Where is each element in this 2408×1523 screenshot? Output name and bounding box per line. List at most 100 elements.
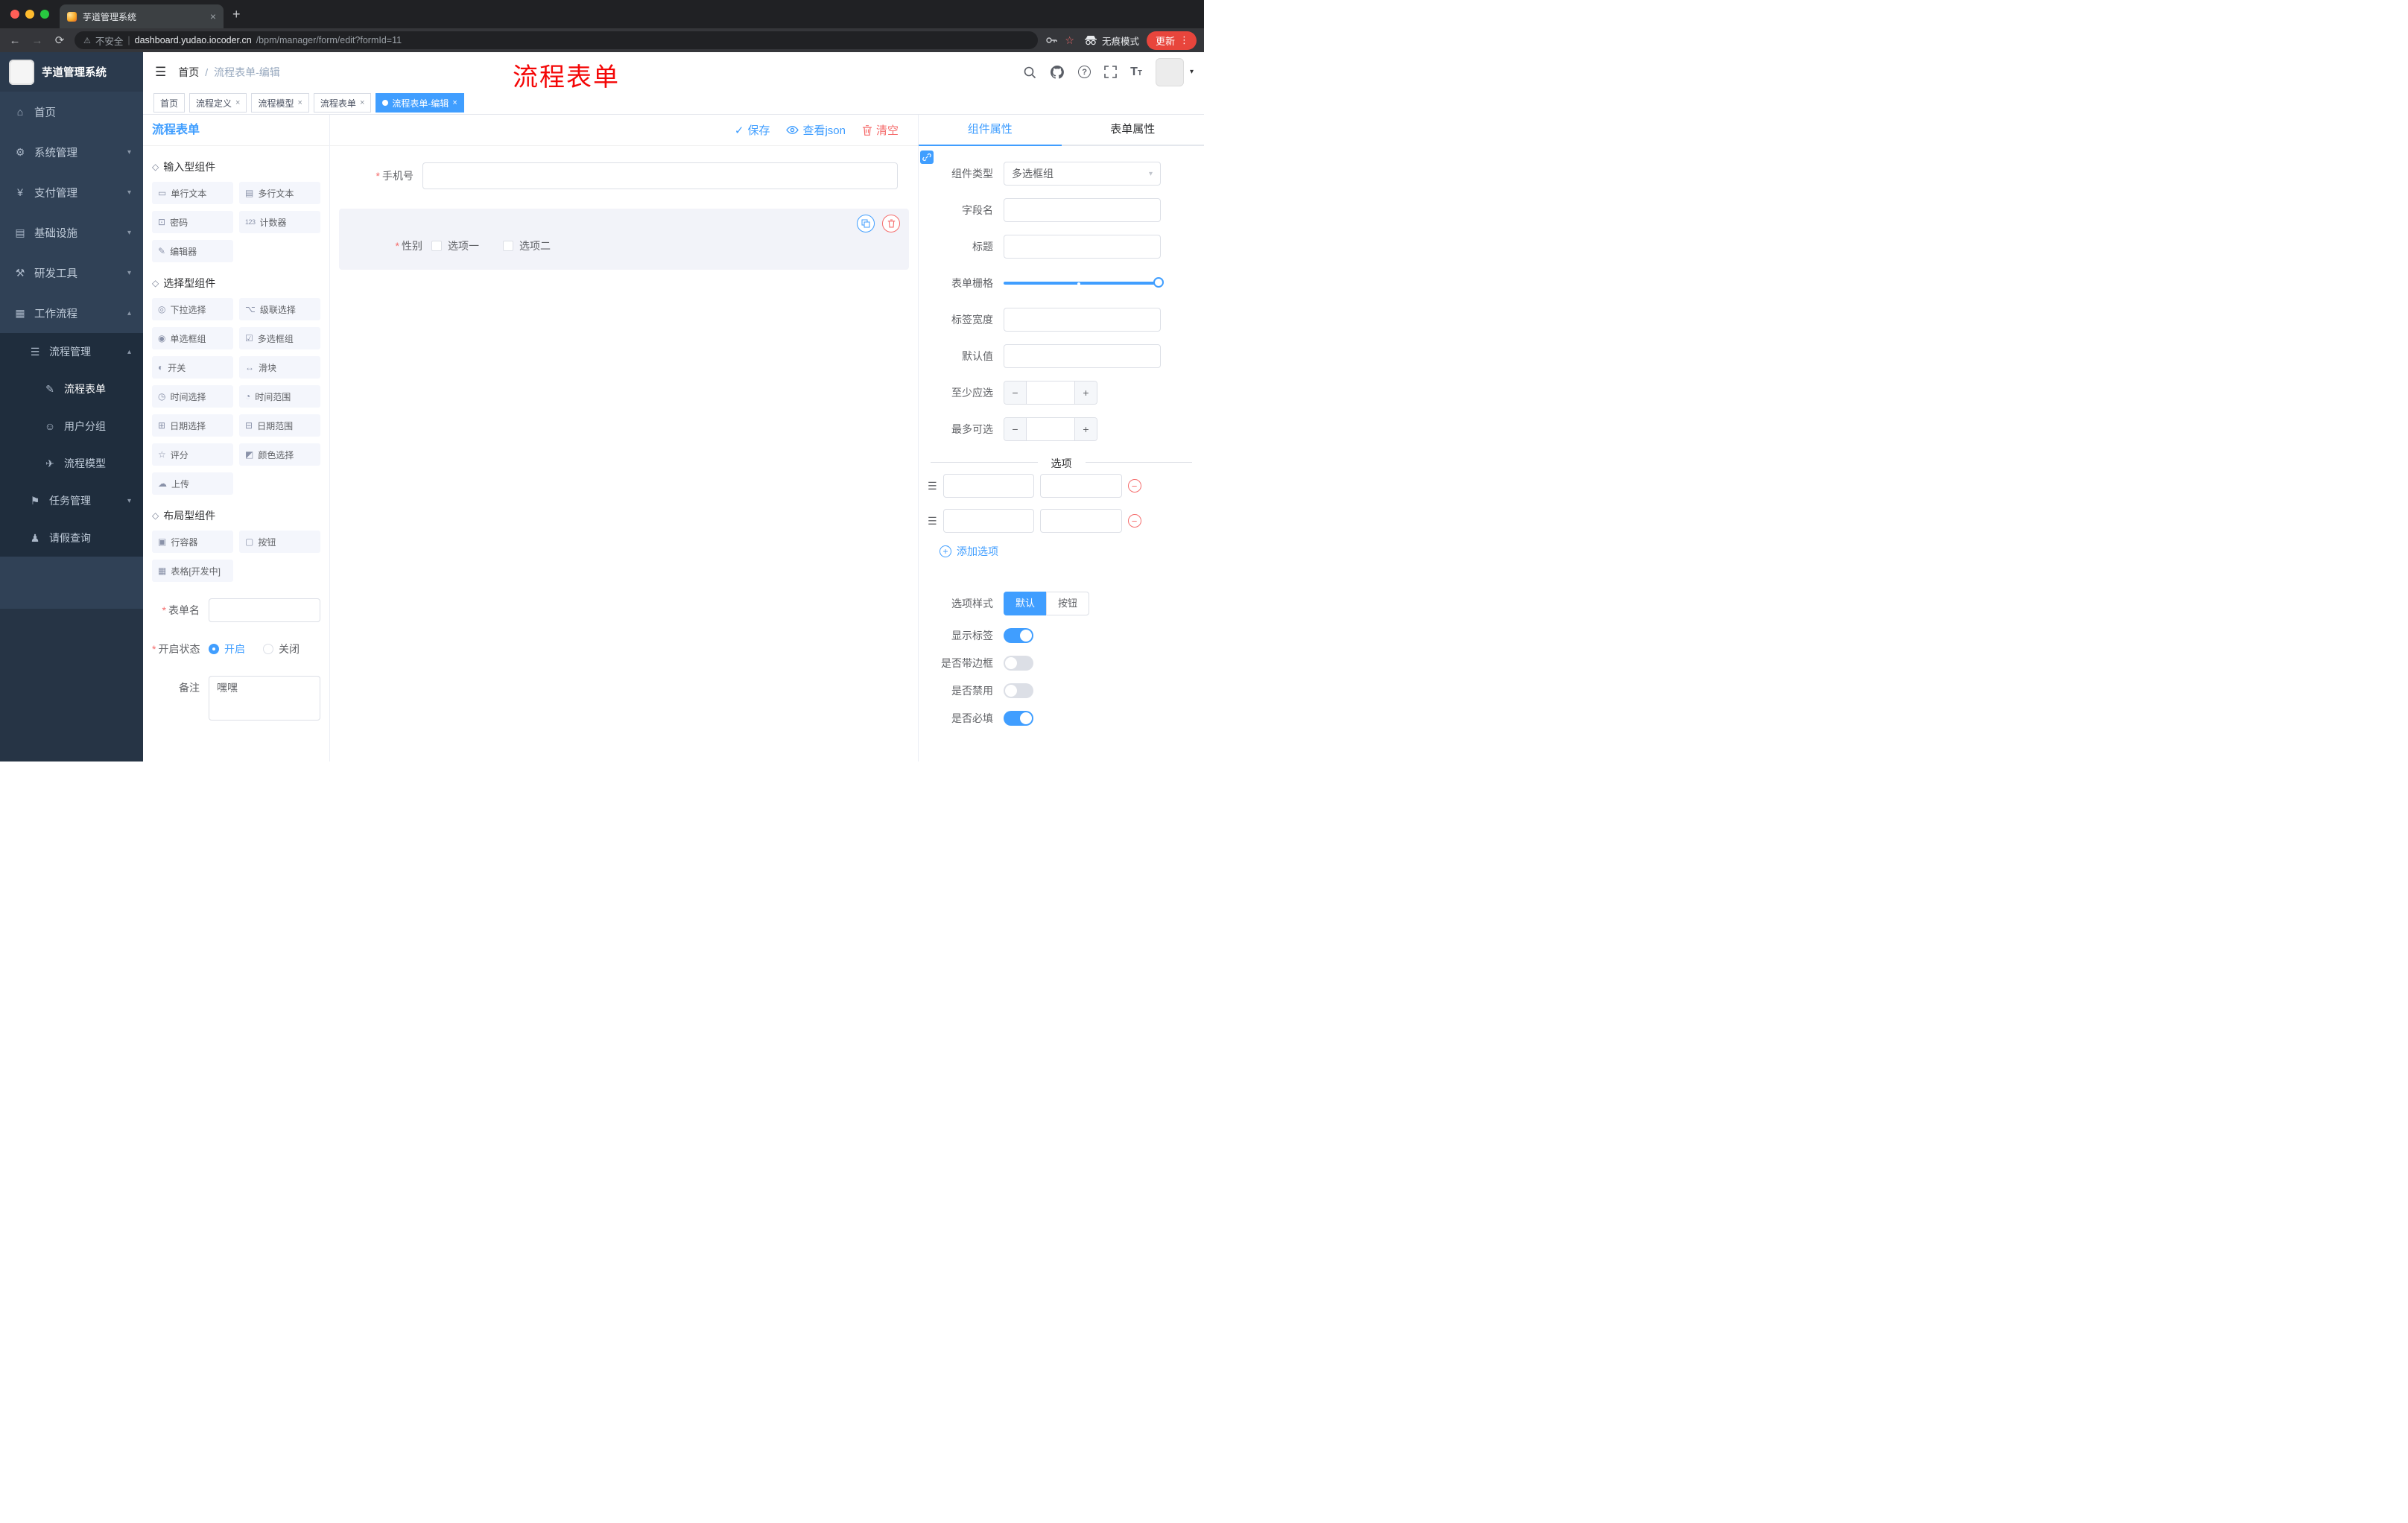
status-on-radio[interactable]: 开启 [209, 642, 245, 656]
chip-cascader[interactable]: ⌥ 级联选择 [239, 298, 320, 320]
title-input[interactable] [1004, 235, 1161, 259]
password-key-icon[interactable] [1045, 34, 1058, 46]
tab-form-props[interactable]: 表单属性 [1062, 115, 1205, 145]
bookmark-star-icon[interactable]: ☆ [1065, 34, 1074, 47]
plus-button[interactable]: + [1074, 418, 1097, 440]
phone-input[interactable] [422, 162, 898, 189]
chip-button[interactable]: ▢ 按钮 [239, 531, 320, 553]
remark-textarea[interactable]: 嘿嘿 [209, 676, 320, 721]
add-option-button[interactable]: + 添加选项 [940, 544, 1204, 559]
sidebar-item-task-management[interactable]: ⚑ 任务管理 ▾ [0, 482, 143, 519]
github-icon[interactable] [1050, 65, 1065, 80]
tag-process-model[interactable]: 流程模型 × [251, 93, 309, 113]
chip-dropdown[interactable]: ◎ 下拉选择 [152, 298, 233, 320]
close-icon[interactable]: × [452, 98, 457, 107]
close-icon[interactable]: × [235, 98, 240, 107]
minimize-window-button[interactable] [25, 10, 34, 19]
new-tab-button[interactable]: + [232, 7, 241, 22]
address-bar[interactable]: ⚠ 不安全 | dashboard.yudao.iocoder.cn/bpm/m… [75, 31, 1039, 49]
gender-option2-checkbox[interactable]: 选项二 [503, 238, 551, 253]
close-icon[interactable]: × [297, 98, 302, 107]
sidebar-item-process-management[interactable]: ☰ 流程管理 ▴ [0, 333, 143, 370]
option2-value-input[interactable] [1039, 509, 1122, 533]
disabled-toggle[interactable] [1004, 683, 1033, 698]
sidebar-item-process-form[interactable]: ✎ 流程表单 [0, 370, 143, 408]
style-default-button[interactable]: 默认 [1004, 592, 1048, 615]
chip-time-picker[interactable]: ◷ 时间选择 [152, 385, 233, 408]
tab-close-icon[interactable]: × [210, 10, 216, 22]
search-icon[interactable] [1023, 66, 1036, 79]
chip-date-picker[interactable]: ⊞ 日期选择 [152, 414, 233, 437]
close-window-button[interactable] [10, 10, 19, 19]
sidebar-item-workflow[interactable]: ▦ 工作流程 ▴ [0, 293, 143, 333]
chip-color-picker[interactable]: ◩ 颜色选择 [239, 443, 320, 466]
chip-editor[interactable]: ✎ 编辑器 [152, 240, 233, 262]
component-type-select[interactable]: 多选框组 ▾ [1004, 162, 1161, 186]
default-value-input[interactable] [1004, 344, 1161, 368]
canvas-field-phone[interactable]: * 手机号 [339, 162, 909, 189]
chip-row-container[interactable]: ▣ 行容器 [152, 531, 233, 553]
save-button[interactable]: ✓ 保存 [735, 122, 770, 138]
minus-button[interactable]: − [1004, 418, 1027, 440]
canvas-field-gender-selected[interactable]: * 性别 选项一 选项二 [339, 209, 909, 270]
chip-multi-line-text[interactable]: ▤ 多行文本 [239, 182, 320, 204]
sidebar-item-leave-query[interactable]: ♟ 请假查询 [0, 519, 143, 557]
tag-process-form[interactable]: 流程表单 × [313, 93, 372, 113]
tag-process-definition[interactable]: 流程定义 × [189, 93, 247, 113]
chip-switch[interactable]: ◐ 开关 [152, 356, 233, 379]
chip-single-line-text[interactable]: ▭ 单行文本 [152, 182, 233, 204]
form-name-input[interactable] [209, 598, 320, 622]
hamburger-icon[interactable]: ☰ [143, 65, 178, 80]
chip-checkbox-group[interactable]: ☑ 多选框组 [239, 327, 320, 349]
forward-button[interactable]: → [30, 34, 45, 47]
sidebar-logo[interactable]: 芋道管理系统 [0, 52, 143, 92]
drag-handle-icon[interactable]: ☰ [928, 515, 937, 528]
sidebar-item-devtools[interactable]: ⚒ 研发工具 ▾ [0, 253, 143, 293]
delete-component-button[interactable] [882, 215, 900, 232]
help-icon[interactable]: ? [1078, 66, 1091, 78]
tag-home[interactable]: 首页 [153, 93, 186, 113]
chip-upload[interactable]: ☁ 上传 [152, 472, 233, 495]
remove-option-button[interactable]: − [1127, 479, 1141, 493]
reload-button[interactable]: ⟳ [52, 34, 67, 47]
sidebar-item-payment[interactable]: ¥ 支付管理 ▾ [0, 172, 143, 212]
chip-password[interactable]: ⊡ 密码 [152, 211, 233, 233]
chip-slider[interactable]: ↔ 滑块 [239, 356, 320, 379]
field-name-input[interactable] [1004, 198, 1161, 222]
sidebar-item-home[interactable]: ⌂ 首页 [0, 92, 143, 132]
chip-table[interactable]: ▦ 表格[开发中] [152, 560, 233, 582]
chevron-down-icon[interactable]: ▾ [1190, 68, 1194, 76]
breadcrumb-home[interactable]: 首页 [178, 65, 199, 80]
sidebar-item-process-model[interactable]: ✈ 流程模型 [0, 445, 143, 482]
font-size-icon[interactable]: TT [1130, 66, 1142, 79]
browser-tab[interactable]: 芋道管理系统 × [60, 4, 224, 28]
avatar[interactable] [1155, 57, 1184, 86]
chip-date-range[interactable]: ⊟ 日期范围 [239, 414, 320, 437]
zoom-window-button[interactable] [40, 10, 49, 19]
browser-menu-icon[interactable]: ⋮ [1179, 34, 1189, 46]
sidebar-item-infrastructure[interactable]: ▤ 基础设施 ▾ [0, 212, 143, 253]
option1-value-input[interactable] [1039, 474, 1122, 498]
tag-process-form-edit[interactable]: 流程表单-编辑 × [376, 93, 464, 113]
tab-component-props[interactable]: 组件属性 [919, 115, 1062, 146]
plus-button[interactable]: + [1074, 381, 1097, 404]
chip-rate[interactable]: ☆ 评分 [152, 443, 233, 466]
chip-counter[interactable]: 123 计数器 [239, 211, 320, 233]
clear-button[interactable]: 清空 [862, 122, 899, 138]
sidebar-item-user-groups[interactable]: ☺ 用户分组 [0, 408, 143, 445]
minus-button[interactable]: − [1004, 381, 1027, 404]
gender-option1-checkbox[interactable]: 选项一 [431, 238, 479, 253]
view-json-button[interactable]: 查看json [786, 122, 846, 138]
slider-handle[interactable] [1153, 277, 1164, 288]
drag-handle-icon[interactable]: ☰ [928, 480, 937, 493]
back-button[interactable]: ← [7, 34, 22, 47]
copy-component-button[interactable] [857, 215, 875, 232]
max-select-input[interactable] [1027, 418, 1074, 440]
fullscreen-icon[interactable] [1104, 66, 1117, 78]
chip-time-range[interactable]: ◔ 时间范围 [239, 385, 320, 408]
form-grid-slider[interactable] [1004, 271, 1164, 295]
update-browser-button[interactable]: 更新 ⋮ [1146, 31, 1197, 50]
with-border-toggle[interactable] [1004, 656, 1033, 671]
style-button-button[interactable]: 按钮 [1046, 592, 1090, 615]
close-icon[interactable]: × [360, 98, 364, 107]
